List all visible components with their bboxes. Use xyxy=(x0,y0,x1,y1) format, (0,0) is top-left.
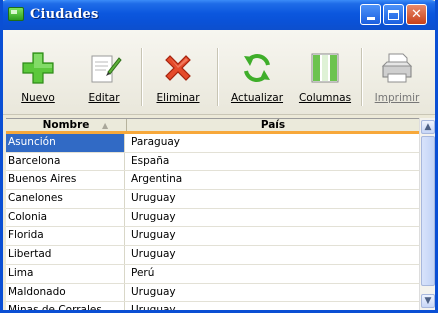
maximize-icon xyxy=(388,10,399,20)
cell-pais: España xyxy=(131,154,170,167)
cell-nombre: Libertad xyxy=(6,246,125,264)
table-row[interactable]: Minas de Corrales Uruguay xyxy=(6,302,419,311)
printer-icon xyxy=(381,53,413,83)
cell-nombre: Minas de Corrales xyxy=(6,302,125,310)
table-row[interactable]: Libertad Uruguay xyxy=(6,246,419,265)
toolbar-separator xyxy=(217,48,219,106)
plus-icon xyxy=(22,52,54,84)
new-button[interactable]: Nuevo xyxy=(9,30,67,114)
column-header-pais[interactable]: País xyxy=(127,119,419,131)
cell-nombre: Asunción xyxy=(6,134,125,152)
refresh-label: Actualizar xyxy=(230,92,284,104)
ciudades-window: Ciudades ✕ Nuevo Editar Eliminar Actuali… xyxy=(0,0,438,313)
cell-pais: Uruguay xyxy=(131,304,176,311)
cell-nombre: Barcelona xyxy=(6,152,125,171)
edit-icon xyxy=(91,55,122,83)
grid-rows: Asunción Paraguay Barcelona España Bueno… xyxy=(6,134,419,311)
cities-grid[interactable]: Nombre ▲ País Asunción Paraguay Barcelon… xyxy=(6,118,419,311)
table-row[interactable]: Colonia Uruguay xyxy=(6,208,419,228)
maximize-button[interactable] xyxy=(383,4,404,25)
toolbar-separator xyxy=(141,48,143,106)
app-icon xyxy=(8,7,24,21)
minimize-button[interactable] xyxy=(360,4,381,25)
close-button[interactable]: ✕ xyxy=(406,4,427,25)
table-row[interactable]: Florida Uruguay xyxy=(6,227,419,247)
columns-label: Columnas xyxy=(298,92,352,104)
edit-button[interactable]: Editar xyxy=(75,30,133,114)
vertical-scrollbar[interactable]: ▲ ▼ xyxy=(419,118,435,310)
delete-label: Eliminar xyxy=(156,92,200,104)
cell-pais: Uruguay xyxy=(131,210,176,223)
scroll-up-button[interactable]: ▲ xyxy=(421,120,435,134)
sort-arrow-icon: ▲ xyxy=(102,121,109,130)
cell-nombre: Colonia xyxy=(6,208,125,227)
grid-header: Nombre ▲ País xyxy=(6,119,419,134)
minimize-icon xyxy=(366,17,375,20)
toolbar: Nuevo Editar Eliminar Actualizar Columna… xyxy=(3,30,435,115)
title-bar[interactable]: Ciudades ✕ xyxy=(3,0,435,30)
cell-pais: Uruguay xyxy=(131,285,176,298)
column-header-nombre-label: Nombre xyxy=(42,119,90,131)
cell-pais: Uruguay xyxy=(131,192,176,205)
cell-nombre: Canelones xyxy=(6,190,125,208)
table-row[interactable]: Buenos Aires Argentina xyxy=(6,171,419,191)
toolbar-separator xyxy=(361,48,363,106)
close-icon: ✕ xyxy=(411,7,422,22)
delete-button[interactable]: Eliminar xyxy=(147,30,209,114)
columns-icon xyxy=(311,53,339,83)
cell-nombre: Lima xyxy=(6,264,125,283)
table-row[interactable]: Asunción Paraguay xyxy=(6,134,419,153)
column-header-nombre[interactable]: Nombre ▲ xyxy=(6,119,127,131)
scroll-thumb[interactable] xyxy=(421,136,435,286)
column-header-pais-label: País xyxy=(260,119,286,131)
cell-nombre: Maldonado xyxy=(6,283,125,302)
table-row[interactable]: Barcelona España xyxy=(6,152,419,172)
edit-label: Editar xyxy=(88,92,120,104)
window-title: Ciudades xyxy=(30,7,99,22)
cell-nombre: Florida xyxy=(6,227,125,246)
columns-button[interactable]: Columnas xyxy=(293,30,357,114)
cell-pais: Paraguay xyxy=(131,136,181,148)
refresh-button[interactable]: Actualizar xyxy=(223,30,291,114)
new-label: Nuevo xyxy=(21,92,55,104)
chevron-up-icon: ▲ xyxy=(424,122,432,132)
refresh-icon xyxy=(244,54,270,82)
table-row[interactable]: Maldonado Uruguay xyxy=(6,283,419,303)
print-label: Imprimir xyxy=(374,92,420,104)
scroll-down-button[interactable]: ▼ xyxy=(421,294,435,308)
cell-pais: Argentina xyxy=(131,173,183,186)
table-row[interactable]: Canelones Uruguay xyxy=(6,190,419,209)
table-row[interactable]: Lima Perú xyxy=(6,264,419,284)
chevron-down-icon: ▼ xyxy=(424,296,432,306)
cell-pais: Uruguay xyxy=(131,229,176,242)
cell-pais: Perú xyxy=(131,266,155,279)
delete-icon xyxy=(165,55,191,81)
print-button[interactable]: Imprimir xyxy=(365,30,429,114)
cell-nombre: Buenos Aires xyxy=(6,171,125,190)
cell-pais: Uruguay xyxy=(131,248,176,261)
